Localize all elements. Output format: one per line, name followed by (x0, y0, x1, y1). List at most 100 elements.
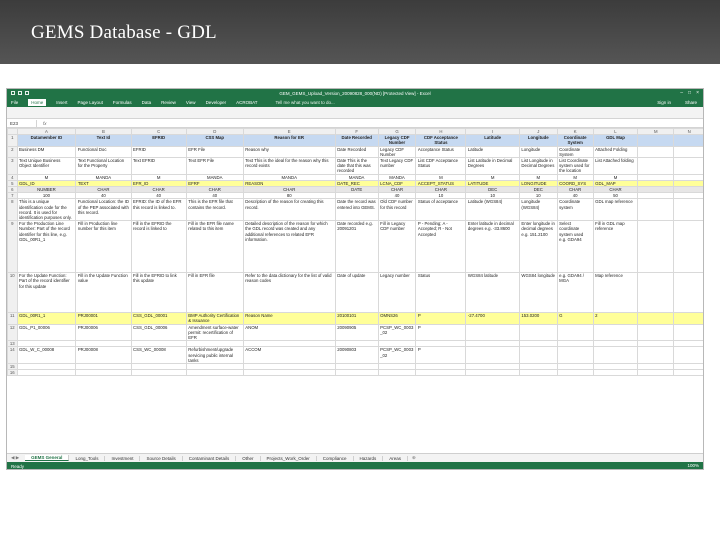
cell[interactable] (465, 323, 520, 342)
cell[interactable]: Status of acceptance (415, 198, 467, 222)
cell[interactable] (673, 312, 703, 325)
cell[interactable]: P (415, 312, 467, 325)
cell[interactable]: This is the EFR file that contains the r… (185, 198, 244, 222)
cell[interactable]: Date This is the date that this was reco… (334, 157, 379, 175)
cell[interactable]: Latitude (465, 145, 520, 159)
row-number[interactable]: 10 (7, 272, 18, 314)
cell[interactable] (637, 157, 675, 175)
ribbon-tab-file[interactable]: File (11, 100, 18, 105)
cell[interactable] (673, 272, 703, 314)
cell[interactable]: Coordinate System (556, 134, 594, 147)
sheet-tab[interactable]: Hazards (354, 455, 384, 461)
sheet-tab[interactable]: Source Details (140, 455, 183, 461)
sheet-tab[interactable]: GEMS General (25, 455, 70, 461)
share-button[interactable]: Share (685, 100, 697, 105)
sheet-tab[interactable]: Areas (383, 455, 409, 461)
cell[interactable] (130, 369, 187, 377)
save-icon[interactable] (11, 91, 15, 95)
redo-icon[interactable] (25, 91, 29, 95)
cell[interactable] (16, 369, 77, 377)
cell[interactable] (518, 369, 558, 377)
cell[interactable]: Status (415, 272, 467, 314)
cell[interactable]: GDL_W_C_00008 (16, 346, 77, 365)
cell[interactable] (673, 346, 703, 365)
cell[interactable]: Coordinate system (556, 198, 594, 222)
cell[interactable] (465, 369, 520, 377)
cell[interactable]: EFRID (130, 134, 187, 147)
cell[interactable]: List CDF Acceptance Status (415, 157, 467, 175)
row-number[interactable]: 11 (7, 312, 18, 325)
cell[interactable] (75, 369, 132, 377)
cell[interactable]: Fill in Legacy CDF number (377, 220, 417, 274)
cell[interactable]: Legacy CDF Number (377, 145, 417, 159)
cell[interactable] (415, 369, 467, 377)
cell[interactable]: Coordinate System (556, 145, 594, 159)
ribbon-tab-view[interactable]: View (186, 100, 196, 105)
cell[interactable]: Detailed description of the reason for w… (242, 220, 336, 274)
cell[interactable]: List Latitude in Decimal Degrees (465, 157, 520, 175)
cell[interactable]: Longitude (518, 134, 558, 147)
undo-icon[interactable] (18, 91, 22, 95)
sheet-tab[interactable]: Other (236, 455, 261, 461)
cell[interactable]: For the Production Line Number: Part of … (16, 220, 77, 274)
name-box[interactable]: E23 (7, 119, 37, 127)
cell[interactable]: Text Unique Business Object Identifier (16, 157, 77, 175)
cell[interactable] (592, 323, 639, 342)
cell[interactable]: Text Functional Location for the Propert… (75, 157, 132, 175)
cell[interactable] (465, 346, 520, 365)
sign-in-link[interactable]: Sign in (657, 100, 671, 105)
cell[interactable]: Functional Doc (75, 145, 132, 159)
row-number[interactable]: 3 (7, 157, 18, 175)
sheet-tab[interactable]: Investment (105, 455, 141, 461)
cell[interactable]: Functional Location: the ID of the PEP a… (75, 198, 132, 222)
cell[interactable] (377, 369, 417, 377)
quick-access-toolbar[interactable] (11, 91, 29, 95)
cell[interactable]: CSS_WC_00008 (130, 346, 187, 365)
cell[interactable]: -27.4700 (465, 312, 520, 325)
cell[interactable]: Date of update (334, 272, 379, 314)
cell[interactable]: Fill in EFR file (185, 272, 244, 314)
cell[interactable] (637, 145, 675, 159)
ribbon-tab-home[interactable]: Home (28, 99, 47, 106)
cell[interactable]: Fill in the EFRID the record is linked t… (130, 220, 187, 274)
cell[interactable]: CSS_GDL_00001 (130, 312, 187, 325)
cell[interactable]: 20100101 (334, 312, 379, 325)
ribbon-tab-insert[interactable]: Insert (56, 100, 67, 105)
cell[interactable]: P (415, 323, 467, 342)
cell[interactable] (592, 346, 639, 365)
cell[interactable]: 20090803 (334, 346, 379, 365)
add-sheet-icon[interactable]: ⊕ (412, 455, 416, 461)
cell[interactable] (637, 369, 675, 377)
cell[interactable]: Enter longitude in decimal degrees e.g. … (518, 220, 558, 274)
cell[interactable] (673, 198, 703, 222)
cell[interactable]: Fill in the EFR file name related to thi… (185, 220, 244, 274)
cell[interactable]: Old CDF number for this record (377, 198, 417, 222)
window-controls[interactable]: – □ × (680, 90, 699, 96)
cell[interactable]: Text Legacy CDF number (377, 157, 417, 175)
cell[interactable] (673, 369, 703, 377)
cell[interactable] (637, 272, 675, 314)
cell[interactable]: Legacy number (377, 272, 417, 314)
cell[interactable]: Refer to the data dictionary for the lis… (242, 272, 336, 314)
cell[interactable]: List Coordinate system used for the loca… (556, 157, 594, 175)
ribbon-tab-developer[interactable]: Developer (206, 100, 227, 105)
cell[interactable]: ACCOM (242, 346, 336, 365)
cell[interactable] (334, 369, 379, 377)
cell[interactable] (185, 369, 244, 377)
cell[interactable]: G (556, 312, 594, 325)
spreadsheet-grid[interactable]: A B C D E F G H I J K L M N 1 Datamember … (7, 128, 703, 453)
cell[interactable] (518, 346, 558, 365)
cell[interactable] (637, 323, 675, 342)
cell[interactable] (637, 220, 675, 274)
cell[interactable]: WGS84 latitude (465, 272, 520, 314)
cell[interactable]: Text Id (75, 134, 132, 147)
maximize-icon[interactable]: □ (688, 90, 691, 96)
cell[interactable] (673, 157, 703, 175)
cell[interactable]: 2 (592, 312, 639, 325)
cell[interactable]: WGS84 longitude (518, 272, 558, 314)
cell[interactable] (637, 346, 675, 365)
ribbon-tab-data[interactable]: Data (142, 100, 152, 105)
cell[interactable]: For the Update Function: Part of the rec… (16, 272, 77, 314)
cell[interactable] (556, 369, 594, 377)
cell[interactable]: GDL map reference (592, 198, 639, 222)
